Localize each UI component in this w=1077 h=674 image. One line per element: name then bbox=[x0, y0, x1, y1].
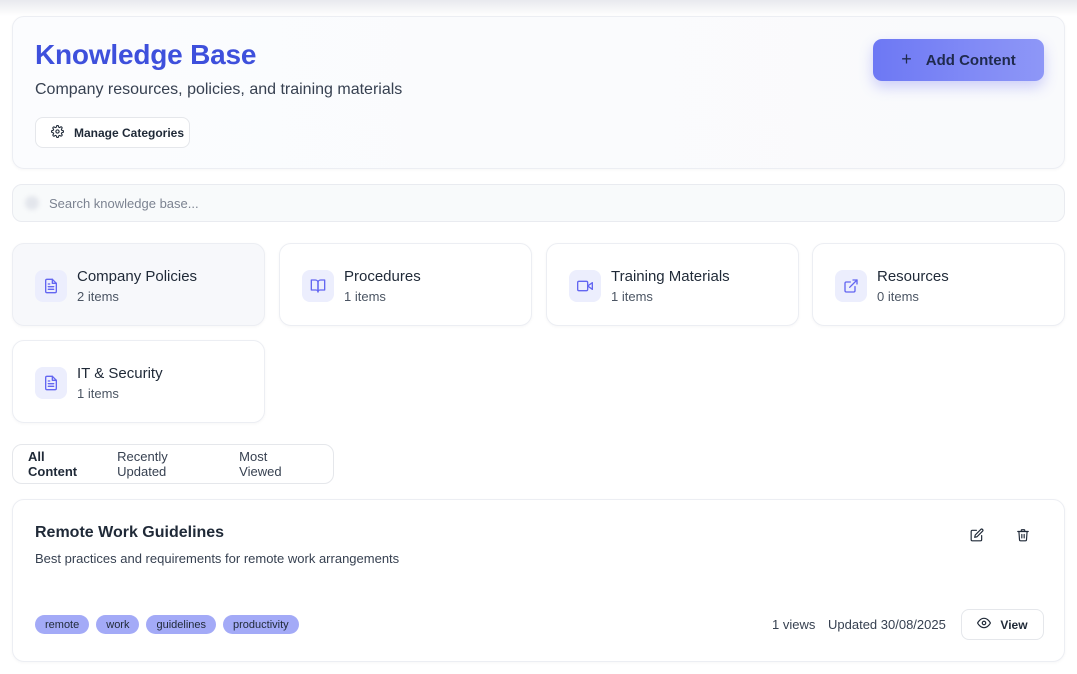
category-count: 1 items bbox=[77, 386, 119, 401]
category-name: Resources bbox=[877, 268, 949, 285]
header-card: Knowledge Base Company resources, polici… bbox=[12, 16, 1065, 169]
tag: guidelines bbox=[146, 615, 217, 634]
content-description: Best practices and requirements for remo… bbox=[35, 551, 400, 566]
view-button[interactable]: View bbox=[961, 609, 1044, 640]
search-bar bbox=[12, 184, 1065, 222]
category-card-it-security[interactable]: IT & Security 1 items bbox=[12, 340, 265, 423]
video-icon bbox=[569, 270, 601, 302]
category-card-resources[interactable]: Resources 0 items bbox=[812, 243, 1065, 326]
tab-recently-updated[interactable]: Recently Updated bbox=[117, 449, 217, 479]
trash-icon bbox=[1016, 528, 1030, 547]
manage-categories-button[interactable]: Manage Categories bbox=[35, 117, 190, 148]
view-label: View bbox=[1000, 617, 1028, 632]
category-name: Procedures bbox=[344, 268, 421, 285]
edit-button[interactable] bbox=[967, 527, 987, 547]
document-icon bbox=[35, 270, 67, 302]
book-icon bbox=[302, 270, 334, 302]
tag-list: remote work guidelines productivity bbox=[35, 615, 299, 634]
category-count: 1 items bbox=[611, 289, 653, 304]
category-count: 1 items bbox=[344, 289, 386, 304]
category-card-company-policies[interactable]: Company Policies 2 items bbox=[12, 243, 265, 326]
add-content-label: Add Content bbox=[925, 51, 1016, 69]
plus-icon: + bbox=[901, 48, 912, 69]
tab-all-content[interactable]: All Content bbox=[28, 449, 95, 479]
edit-icon bbox=[970, 528, 984, 547]
external-link-icon bbox=[835, 270, 867, 302]
category-count: 2 items bbox=[77, 289, 119, 304]
category-name: Training Materials bbox=[611, 268, 730, 285]
category-count: 0 items bbox=[877, 289, 919, 304]
tag: productivity bbox=[223, 615, 299, 634]
tag: work bbox=[96, 615, 140, 634]
category-name: IT & Security bbox=[77, 365, 163, 382]
category-name: Company Policies bbox=[77, 268, 198, 285]
content-tabs: All Content Recently Updated Most Viewed bbox=[12, 444, 334, 484]
document-icon bbox=[35, 367, 67, 399]
category-card-procedures[interactable]: Procedures 1 items bbox=[279, 243, 532, 326]
delete-button[interactable] bbox=[1013, 527, 1033, 547]
eye-icon bbox=[977, 616, 992, 633]
manage-categories-label: Manage Categories bbox=[74, 125, 185, 140]
add-content-button[interactable]: + Add Content bbox=[873, 39, 1044, 81]
updated-date: Updated 30/08/2025 bbox=[828, 617, 946, 632]
search-icon bbox=[25, 196, 39, 210]
category-card-training-materials[interactable]: Training Materials 1 items bbox=[546, 243, 799, 326]
page-title: Knowledge Base bbox=[35, 39, 257, 70]
tab-most-viewed[interactable]: Most Viewed bbox=[239, 449, 311, 479]
view-count: 1 views bbox=[772, 617, 816, 632]
content-title: Remote Work Guidelines bbox=[35, 524, 225, 541]
tag: remote bbox=[35, 615, 90, 634]
top-shadow bbox=[0, 0, 1077, 16]
content-item-card: Remote Work Guidelines Best practices an… bbox=[12, 499, 1065, 662]
gear-icon bbox=[51, 124, 64, 141]
search-input[interactable] bbox=[49, 195, 849, 211]
page-subtitle: Company resources, policies, and trainin… bbox=[35, 81, 403, 98]
